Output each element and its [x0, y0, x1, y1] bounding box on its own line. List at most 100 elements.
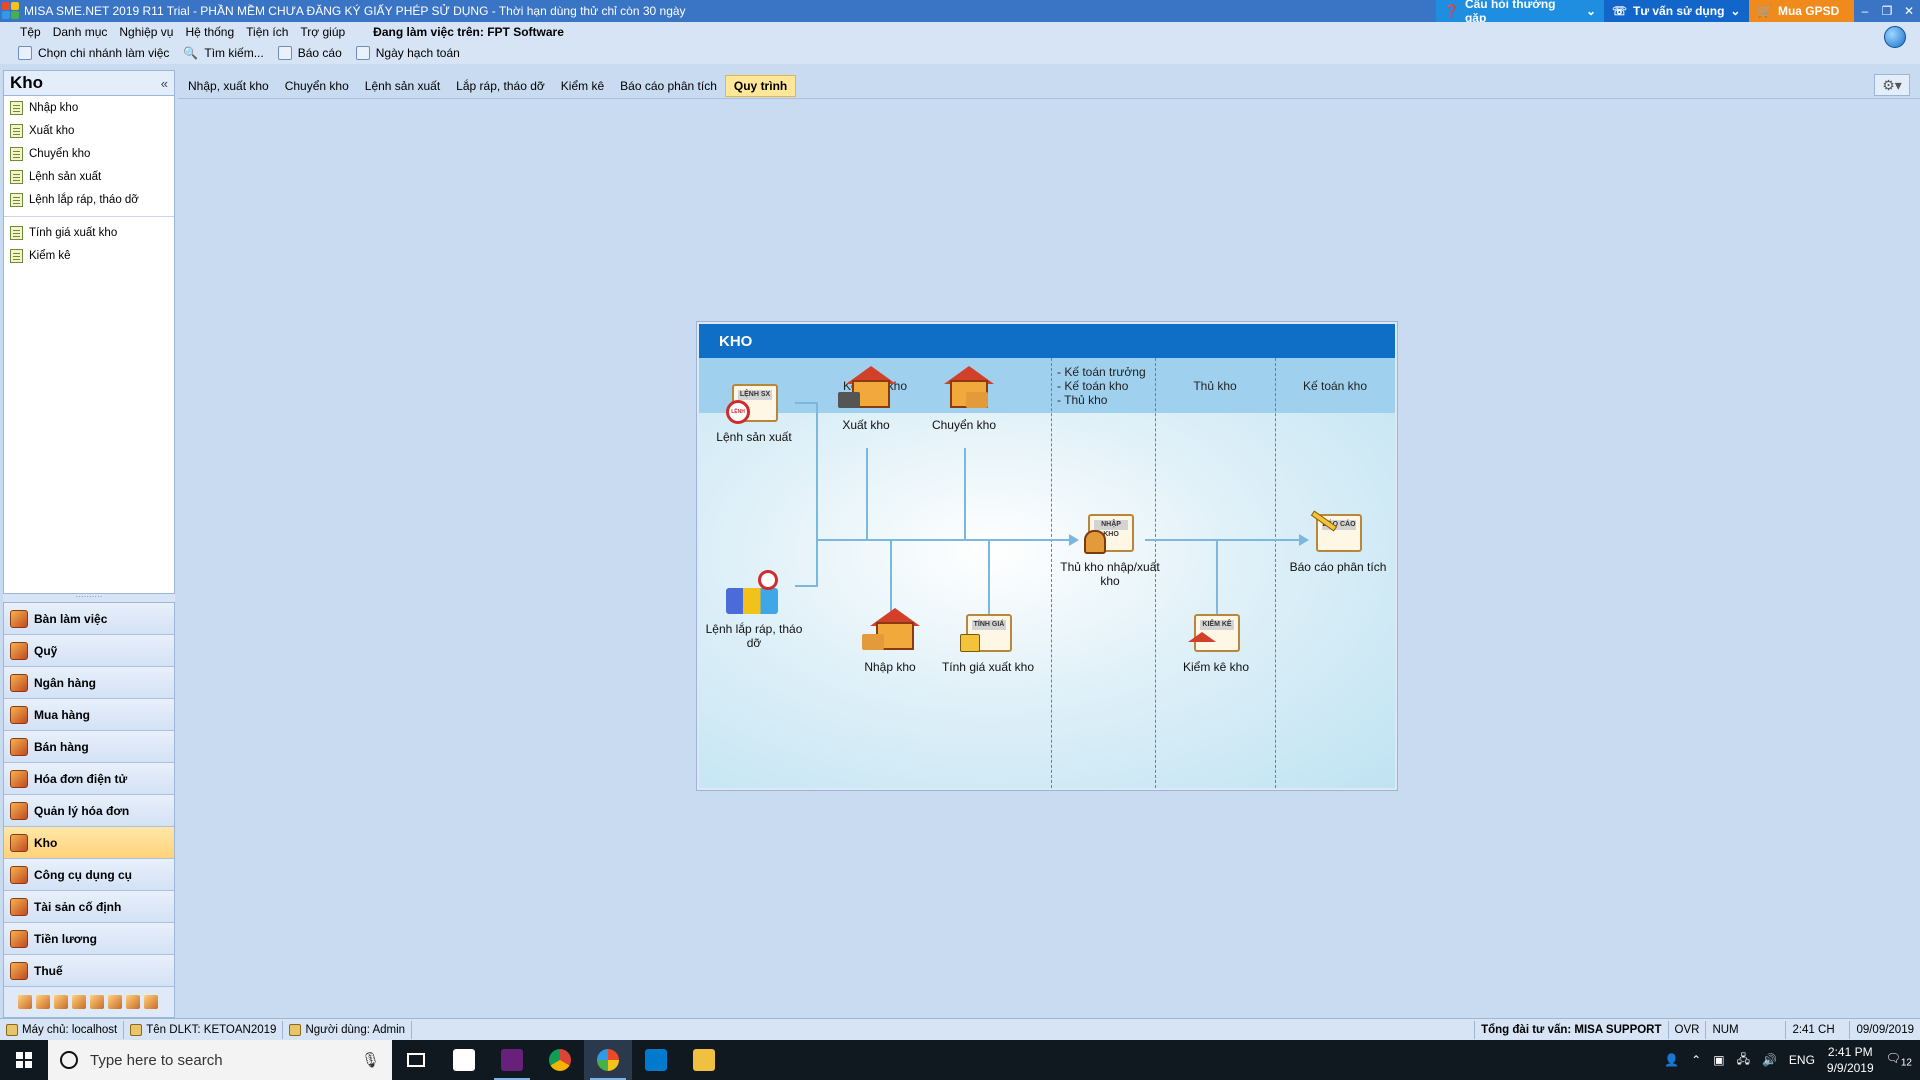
globe-icon[interactable]	[1884, 26, 1906, 48]
menu-help[interactable]: Trợ giúp	[294, 25, 351, 39]
module-ban-hang[interactable]: Bán hàng	[4, 731, 174, 763]
report-icon	[277, 46, 292, 60]
menu-utilities[interactable]: Tiện ích	[240, 25, 294, 39]
collapse-sidebar-button[interactable]: «	[161, 76, 168, 91]
node-kiem-ke-kho[interactable]: KIỂM KÊ Kiểm kê kho	[1161, 608, 1271, 674]
chevron-up-icon[interactable]: ⌃	[1691, 1053, 1701, 1067]
sidebar-item-xuat-kho[interactable]: Xuất kho	[4, 119, 174, 142]
minimize-button[interactable]: –	[1854, 0, 1876, 22]
sidebar-item-nhap-kho[interactable]: Nhập kho	[4, 96, 174, 119]
sidebar-item-chuyen-kho[interactable]: Chuyển kho	[4, 142, 174, 165]
module-tai-san-co-dinh[interactable]: Tài sản cố định	[4, 891, 174, 923]
taskbar-search[interactable]: Type here to search 🎙	[48, 1040, 392, 1080]
shortcut-icon[interactable]	[144, 995, 158, 1009]
shortcut-icon[interactable]	[18, 995, 32, 1009]
search-button[interactable]: 🔍 Tìm kiếm...	[179, 46, 267, 60]
visual-studio-icon[interactable]	[488, 1040, 536, 1080]
choose-branch-button[interactable]: Chọn chi nhánh làm việc	[14, 46, 173, 60]
language-indicator[interactable]: ENG	[1789, 1053, 1815, 1067]
notification-count: 12	[1900, 1057, 1912, 1069]
buy-license-button[interactable]: 🛒 Mua GPSD	[1749, 0, 1854, 22]
module-quan-ly-hoa-don[interactable]: Quản lý hóa đơn	[4, 795, 174, 827]
shortcut-icon[interactable]	[126, 995, 140, 1009]
status-db-text: Tên DLKT: KETOAN2019	[146, 1023, 277, 1036]
function-tabs: Nhập, xuất kho Chuyển kho Lệnh sản xuất …	[180, 74, 797, 98]
tray-app-icon[interactable]: ▣	[1713, 1053, 1724, 1067]
module-ban-lam-viec[interactable]: Bàn làm việc	[4, 603, 174, 635]
module-thue[interactable]: Thuế	[4, 955, 174, 987]
asset-icon	[10, 897, 28, 916]
status-user: Người dùng: Admin	[283, 1020, 413, 1039]
node-chuyen-kho[interactable]: Chuyển kho	[909, 366, 1019, 432]
tab-nhap-xuat-kho[interactable]: Nhập, xuất kho	[180, 75, 277, 97]
microphone-icon[interactable]: 🎙	[361, 1051, 380, 1069]
document-icon	[10, 100, 23, 115]
status-server-text: Máy chủ: localhost	[22, 1023, 118, 1036]
sidebar-item-lenh-lap-rap[interactable]: Lệnh lắp ráp, tháo dỡ	[4, 188, 174, 211]
module-tien-luong[interactable]: Tiền lương	[4, 923, 174, 955]
restore-button[interactable]: ❐	[1876, 0, 1898, 22]
node-lenh-lap-rap[interactable]: Lệnh lắp ráp, tháo dỡ	[699, 570, 809, 650]
warehouse-import-icon	[862, 608, 920, 656]
node-tinh-gia[interactable]: TÍNH GIÁ Tính giá xuất kho	[933, 608, 1043, 674]
consult-button[interactable]: ☏ Tư vấn sử dụng ⌄	[1604, 0, 1749, 22]
tab-quy-trinh[interactable]: Quy trình	[724, 75, 797, 97]
node-label: Xuất kho	[842, 418, 890, 432]
tab-kiem-ke[interactable]: Kiểm kê	[553, 75, 612, 97]
tab-divider	[178, 98, 1920, 99]
sidebar-item-kiem-ke[interactable]: Kiểm kê	[4, 244, 174, 267]
chrome-icon[interactable]	[536, 1040, 584, 1080]
node-bao-cao-phan-tich[interactable]: BÁO CÁO Báo cáo phân tích	[1283, 508, 1393, 574]
splitter-grip[interactable]: ··········	[3, 593, 175, 602]
node-nhap-kho[interactable]: Nhập kho	[835, 608, 945, 674]
badge-kiem-ke: KIỂM KÊ	[1200, 620, 1234, 630]
shortcut-icon[interactable]	[36, 995, 50, 1009]
node-xuat-kho[interactable]: Xuất kho	[811, 366, 921, 432]
module-label: Quỹ	[34, 643, 58, 658]
e-invoice-icon	[10, 769, 28, 788]
module-quy[interactable]: Quỹ	[4, 635, 174, 667]
menu-file[interactable]: Tệp	[14, 25, 47, 39]
network-icon[interactable]: 🖧	[1737, 1050, 1750, 1071]
tab-lap-rap[interactable]: Lắp ráp, tháo dỡ	[448, 75, 553, 97]
action-center-icon[interactable]: 🗨12	[1886, 1051, 1912, 1068]
shortcut-icon[interactable]	[108, 995, 122, 1009]
tab-bao-cao[interactable]: Báo cáo phân tích	[612, 75, 725, 97]
module-cong-cu-dung-cu[interactable]: Công cụ dụng cụ	[4, 859, 174, 891]
close-button[interactable]: ✕	[1898, 0, 1920, 22]
faq-button[interactable]: ❓ Câu hỏi thường gặp ⌄	[1436, 0, 1604, 25]
sidebar-item-lenh-san-xuat[interactable]: Lệnh sản xuất	[4, 165, 174, 188]
menu-operations[interactable]: Nghiệp vụ	[113, 25, 179, 39]
settings-gear-icon[interactable]: ⚙▾	[1874, 74, 1910, 96]
status-hotline: Tổng đài tư vấn: MISA SUPPORT	[1475, 1020, 1669, 1039]
file-explorer-icon[interactable]	[680, 1040, 728, 1080]
sticky-notes-icon[interactable]	[440, 1040, 488, 1080]
node-label: Lệnh sản xuất	[716, 430, 792, 444]
tab-lenh-san-xuat[interactable]: Lệnh sản xuất	[357, 75, 448, 97]
taskbar-clock[interactable]: 2:41 PM 9/9/2019	[1827, 1044, 1874, 1076]
volume-icon[interactable]: 🔊	[1762, 1053, 1777, 1067]
report-button[interactable]: Báo cáo	[274, 46, 346, 60]
menu-system[interactable]: Hệ thống	[179, 25, 240, 39]
module-label: Tiền lương	[34, 931, 97, 946]
shortcut-icon[interactable]	[72, 995, 86, 1009]
tab-chuyen-kho[interactable]: Chuyển kho	[277, 75, 357, 97]
task-view-icon[interactable]	[392, 1040, 440, 1080]
sidebar-item-tinh-gia[interactable]: Tính giá xuất kho	[4, 221, 174, 244]
vscode-icon[interactable]	[632, 1040, 680, 1080]
module-ngan-hang[interactable]: Ngân hàng	[4, 667, 174, 699]
module-hoa-don-dien-tu[interactable]: Hóa đơn điện tử	[4, 763, 174, 795]
start-button[interactable]	[0, 1040, 48, 1080]
sidebar-item-label: Xuất kho	[29, 124, 75, 137]
misa-taskbar-icon[interactable]	[584, 1040, 632, 1080]
people-icon[interactable]: 👤	[1664, 1053, 1679, 1067]
module-label: Tài sản cố định	[34, 899, 122, 914]
node-lenh-san-xuat[interactable]: LỆNH SX LỆNH Lệnh sản xuất	[699, 378, 809, 444]
module-mua-hang[interactable]: Mua hàng	[4, 699, 174, 731]
module-kho[interactable]: Kho	[4, 827, 174, 859]
shortcut-icon[interactable]	[54, 995, 68, 1009]
node-thu-kho-nhap-xuat[interactable]: NHẬP KHO Thủ kho nhập/xuất kho	[1055, 508, 1165, 588]
posting-date-button[interactable]: Ngày hạch toán	[352, 46, 464, 60]
menu-catalog[interactable]: Danh mục	[47, 25, 114, 39]
shortcut-icon[interactable]	[90, 995, 104, 1009]
